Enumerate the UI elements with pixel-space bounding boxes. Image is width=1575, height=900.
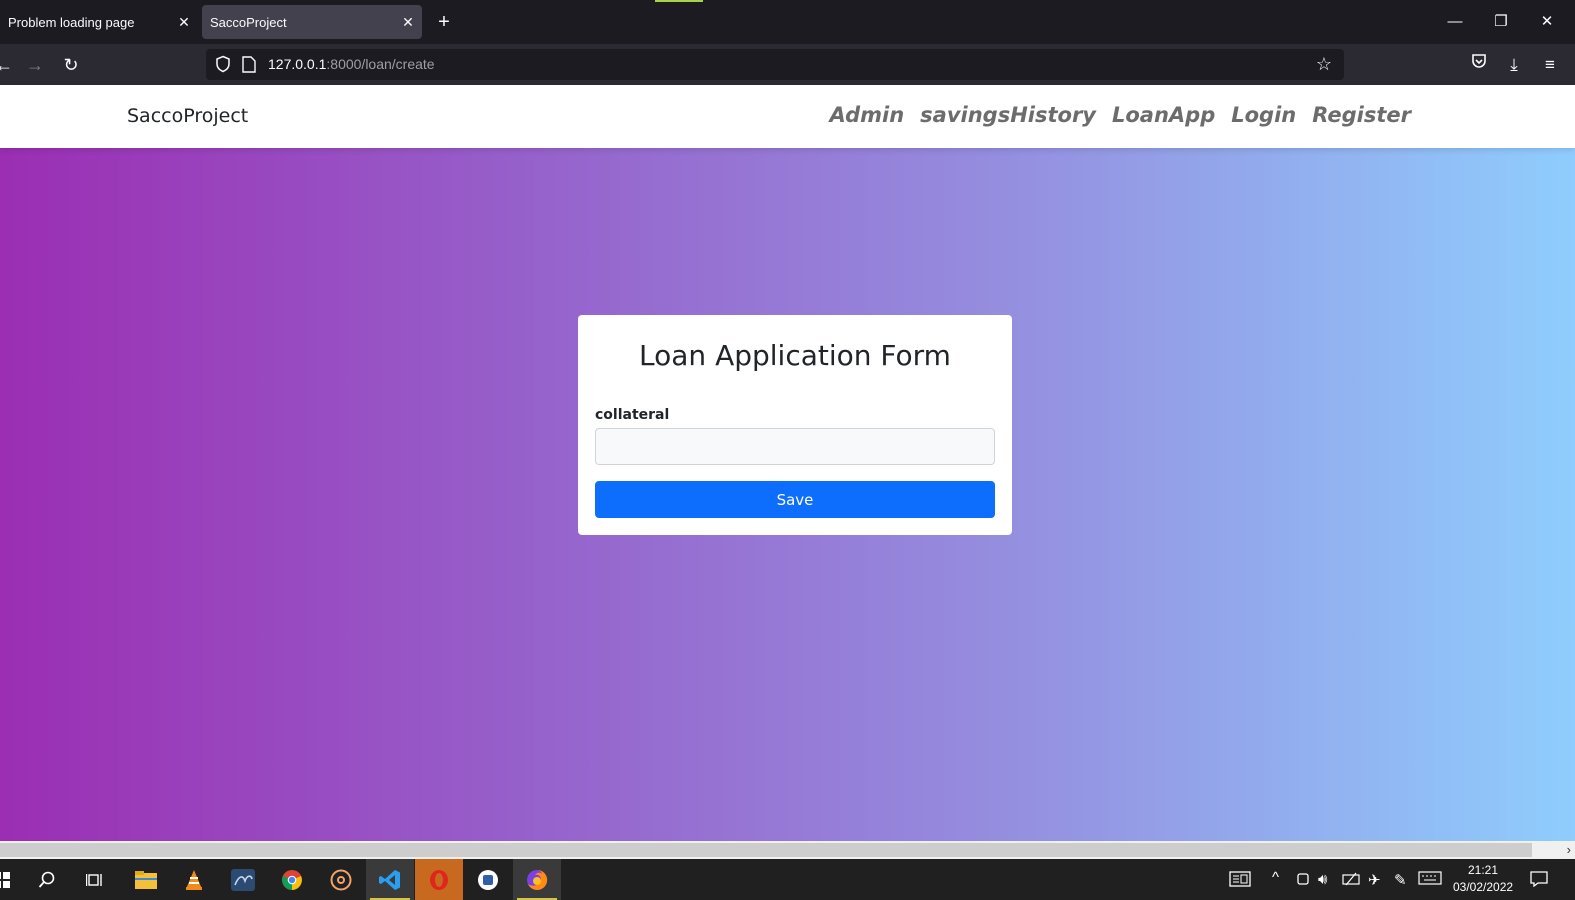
network-icon[interactable] bbox=[1342, 871, 1360, 891]
bookmark-star-icon[interactable]: ☆ bbox=[1316, 54, 1332, 75]
file-explorer-icon[interactable] bbox=[122, 859, 170, 900]
taskbar: ^ 🔊︎ ✈︎ ✎ 21:21 03/02/2022 bbox=[0, 859, 1575, 900]
scroll-right-icon[interactable]: › bbox=[1567, 842, 1571, 857]
mysql-workbench-icon[interactable] bbox=[219, 859, 267, 900]
clock-time: 21:21 bbox=[1467, 863, 1499, 877]
menu-icon[interactable]: ≡ bbox=[1536, 51, 1564, 79]
firefox-icon[interactable] bbox=[513, 859, 561, 900]
nav-link-admin[interactable]: Admin bbox=[830, 103, 905, 127]
app-icon[interactable] bbox=[464, 859, 512, 900]
collateral-input[interactable] bbox=[595, 428, 995, 465]
tab-accent-line bbox=[655, 0, 703, 2]
news-icon[interactable] bbox=[1229, 871, 1251, 891]
nav-link-loan-app[interactable]: LoanApp bbox=[1112, 103, 1215, 127]
close-window-icon[interactable]: ✕ bbox=[1524, 8, 1570, 36]
task-view-icon[interactable] bbox=[71, 859, 119, 900]
back-icon[interactable]: ← bbox=[0, 51, 18, 79]
site-brand[interactable]: SaccoProject bbox=[127, 105, 248, 127]
site-navbar: SaccoProject Admin savingsHistory LoanAp… bbox=[0, 85, 1575, 148]
nav-link-login[interactable]: Login bbox=[1231, 103, 1296, 127]
pen-icon[interactable]: ✎ bbox=[1394, 871, 1407, 889]
volume-icon[interactable]: 🔊︎ bbox=[1318, 871, 1327, 888]
opera-icon[interactable] bbox=[415, 859, 463, 900]
page-viewport: SaccoProject Admin savingsHistory LoanAp… bbox=[0, 85, 1575, 841]
reload-icon[interactable]: ↻ bbox=[57, 51, 85, 79]
clock-date: 03/02/2022 bbox=[1453, 880, 1514, 894]
music-player-icon[interactable] bbox=[317, 859, 365, 900]
tab-strip: Problem loading page ✕ SaccoProject ✕ + … bbox=[0, 0, 1575, 44]
pocket-icon[interactable] bbox=[1465, 51, 1493, 79]
keyboard-icon[interactable] bbox=[1418, 871, 1442, 889]
airplane-mode-icon[interactable]: ✈︎ bbox=[1368, 871, 1381, 889]
tab-saccoproject[interactable]: SaccoProject ✕ bbox=[202, 5, 422, 39]
close-tab-icon[interactable]: ✕ bbox=[394, 14, 422, 31]
restore-icon[interactable]: ❐ bbox=[1478, 8, 1524, 36]
url-path: :8000/loan/create bbox=[326, 56, 435, 72]
tab-problem-loading[interactable]: Problem loading page ✕ bbox=[0, 5, 198, 39]
url-host: 127.0.0.1 bbox=[268, 56, 327, 72]
vscode-icon[interactable] bbox=[366, 859, 414, 900]
url-bar[interactable]: 127.0.0.1:8000/loan/create ☆ bbox=[206, 49, 1344, 80]
form-title: Loan Application Form bbox=[639, 339, 951, 372]
shield-icon[interactable] bbox=[214, 55, 232, 73]
page-icon bbox=[242, 56, 256, 73]
loan-form-card: Loan Application Form collateral Save bbox=[578, 315, 1012, 535]
collateral-label: collateral bbox=[595, 407, 670, 423]
tab-title: SaccoProject bbox=[210, 14, 287, 30]
horizontal-scrollbar[interactable]: › bbox=[0, 841, 1575, 859]
tab-title: Problem loading page bbox=[8, 14, 135, 30]
meet-now-icon[interactable] bbox=[1296, 871, 1310, 891]
notifications-icon[interactable] bbox=[1530, 871, 1548, 891]
site-menu: Admin savingsHistory LoanApp Login Regis… bbox=[830, 103, 1412, 127]
nav-link-register[interactable]: Register bbox=[1312, 103, 1411, 127]
downloads-icon[interactable]: ⤓ bbox=[1500, 51, 1528, 79]
minimize-icon[interactable]: — bbox=[1432, 8, 1478, 36]
forward-icon[interactable]: → bbox=[21, 51, 49, 79]
chrome-icon[interactable] bbox=[268, 859, 316, 900]
search-icon[interactable] bbox=[23, 859, 71, 900]
nav-link-savings-history[interactable]: savingsHistory bbox=[920, 103, 1096, 127]
save-button[interactable]: Save bbox=[595, 481, 995, 518]
close-tab-icon[interactable]: ✕ bbox=[170, 14, 198, 31]
vlc-icon[interactable] bbox=[170, 859, 218, 900]
url-text[interactable]: 127.0.0.1:8000/loan/create bbox=[268, 56, 435, 72]
new-tab-icon[interactable]: + bbox=[430, 8, 458, 36]
taskbar-clock[interactable]: 21:21 03/02/2022 bbox=[1453, 862, 1513, 896]
scrollbar-thumb[interactable] bbox=[0, 843, 1532, 857]
tray-chevron-up-icon[interactable]: ^ bbox=[1272, 869, 1279, 886]
